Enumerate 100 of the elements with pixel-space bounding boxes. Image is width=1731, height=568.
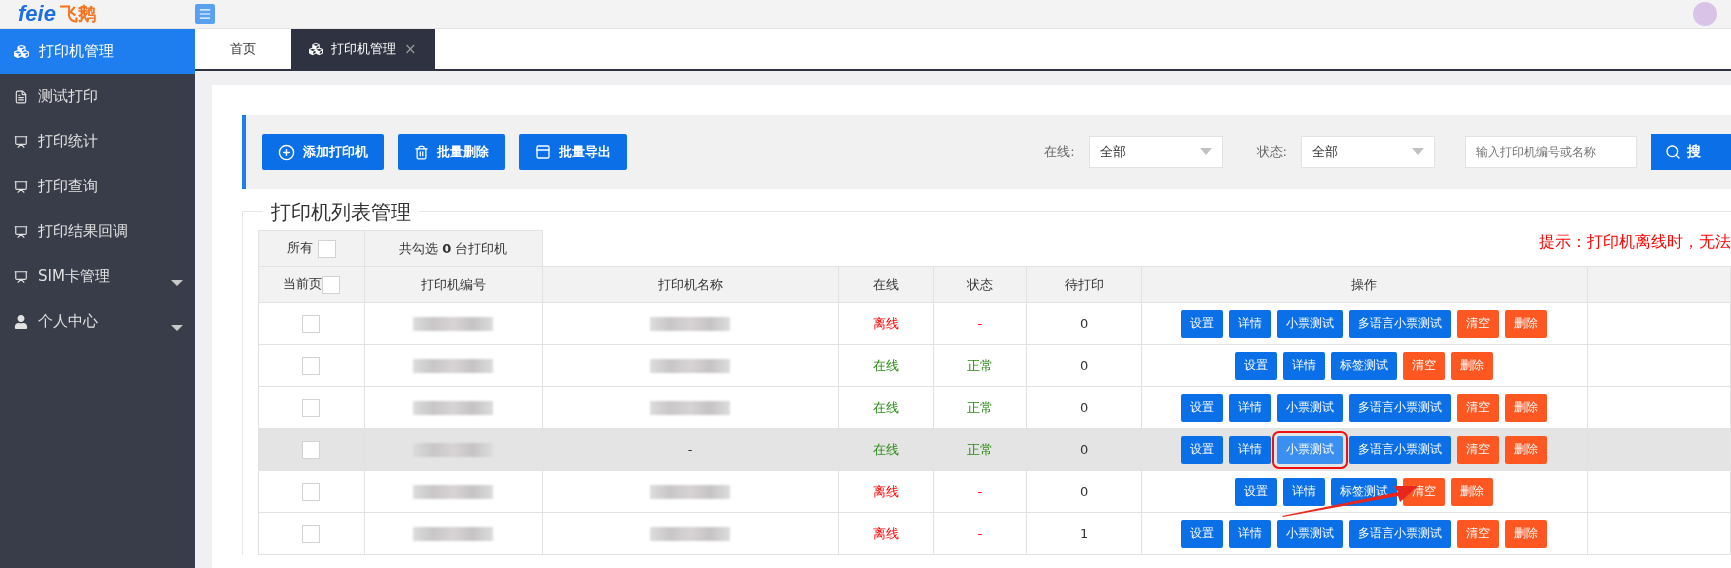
- online-status: 离线: [872, 525, 899, 541]
- table-cell: 0: [1080, 400, 1089, 415]
- action-button[interactable]: 清空: [1457, 435, 1500, 464]
- action-button[interactable]: 设置: [1181, 519, 1224, 548]
- column-header: 打印机名称: [542, 266, 839, 303]
- column-header: 操作: [1141, 266, 1588, 303]
- checkbox[interactable]: [317, 239, 336, 258]
- action-button[interactable]: 多语言小票测试: [1349, 393, 1452, 422]
- search-field[interactable]: 输入打印机编号或名称: [1465, 136, 1637, 168]
- sidebar-label: 测试打印: [38, 87, 98, 106]
- action-button[interactable]: 清空: [1403, 351, 1446, 380]
- close-icon[interactable]: ×: [404, 40, 417, 58]
- action-button[interactable]: 详情: [1229, 393, 1272, 422]
- checkbox[interactable]: [322, 275, 340, 294]
- action-button[interactable]: 详情: [1229, 435, 1272, 464]
- online-status: 离线: [872, 315, 899, 331]
- action-button[interactable]: 设置: [1181, 393, 1224, 422]
- trash-icon: [414, 144, 429, 160]
- sidebar-item[interactable]: 测试打印: [0, 74, 195, 119]
- action-button[interactable]: 删除: [1451, 351, 1494, 380]
- table-header: 当前页: [258, 266, 365, 303]
- checkbox[interactable]: [302, 314, 321, 333]
- action-button[interactable]: 清空: [1457, 393, 1500, 422]
- action-button[interactable]: 删除: [1505, 435, 1548, 464]
- status-text: 正常: [966, 357, 993, 373]
- action-button[interactable]: 小票测试: [1277, 309, 1344, 338]
- avatar[interactable]: [1693, 2, 1717, 26]
- table-cell: 0: [1080, 442, 1089, 457]
- table-header: 所有: [258, 230, 365, 267]
- action-button[interactable]: 小票测试: [1277, 519, 1344, 548]
- tab-label: 打印机管理: [331, 40, 396, 58]
- tab[interactable]: 打印机管理 ×: [291, 29, 435, 69]
- action-button[interactable]: 清空: [1403, 477, 1446, 506]
- action-button[interactable]: 标签测试: [1331, 351, 1398, 380]
- sidebar-label: 个人中心: [38, 312, 98, 331]
- column-header: 待打印: [1026, 266, 1142, 303]
- action-button[interactable]: 设置: [1181, 309, 1224, 338]
- table-cell: 0: [1080, 316, 1089, 331]
- sidebar-item[interactable]: SIM卡管理: [0, 254, 195, 299]
- status-text: -: [977, 526, 983, 541]
- sidebar-label: 打印机管理: [39, 42, 114, 61]
- sidebar-item[interactable]: 打印机管理: [0, 29, 195, 74]
- menu-icon: [198, 7, 212, 21]
- status-text: 正常: [966, 441, 993, 457]
- filter-label: 状态:: [1256, 143, 1287, 161]
- action-button[interactable]: 多语言小票测试: [1349, 435, 1452, 464]
- sidebar-label: 打印查询: [38, 177, 98, 196]
- sidebar-item[interactable]: 打印统计: [0, 119, 195, 164]
- table-cell: 0: [1080, 358, 1089, 373]
- toolbar-button[interactable]: 添加打印机: [262, 134, 384, 170]
- table-header: 共勾选 0 台打印机: [364, 230, 542, 267]
- sidebar-item[interactable]: 个人中心: [0, 299, 195, 344]
- column-header: 状态: [933, 266, 1027, 303]
- action-button[interactable]: 多语言小票测试: [1349, 519, 1452, 548]
- monitor-icon: [14, 269, 28, 284]
- action-button[interactable]: 删除: [1505, 309, 1548, 338]
- toolbar-button[interactable]: 批量导出: [519, 134, 627, 170]
- menu-button[interactable]: [195, 4, 215, 24]
- action-button[interactable]: 删除: [1451, 477, 1494, 506]
- checkbox[interactable]: [302, 398, 321, 417]
- filter-dropdown[interactable]: 全部: [1301, 136, 1435, 168]
- window-icon: [535, 144, 551, 160]
- logo-text: feie: [18, 3, 56, 25]
- status-text: -: [977, 484, 983, 499]
- toolbar-button[interactable]: 批量删除: [398, 134, 505, 170]
- action-button[interactable]: 小票测试: [1277, 393, 1344, 422]
- filter-dropdown[interactable]: 全部: [1088, 136, 1223, 168]
- table-cell: -: [687, 442, 693, 457]
- action-button[interactable]: 删除: [1505, 393, 1548, 422]
- table-cell: 1: [1080, 526, 1089, 541]
- checkbox[interactable]: [302, 482, 321, 501]
- document-icon: [14, 89, 28, 104]
- online-status: 在线: [872, 441, 899, 457]
- user-icon: [14, 314, 28, 329]
- online-status: 在线: [872, 399, 899, 415]
- action-button[interactable]: 详情: [1229, 309, 1272, 338]
- checkbox[interactable]: [302, 524, 321, 543]
- action-button[interactable]: 多语言小票测试: [1349, 309, 1452, 338]
- action-button[interactable]: 删除: [1505, 519, 1548, 548]
- status-text: 正常: [966, 399, 993, 415]
- action-button[interactable]: 设置: [1181, 435, 1224, 464]
- sidebar-label: 打印统计: [38, 132, 98, 151]
- action-button[interactable]: 设置: [1235, 477, 1278, 506]
- action-button[interactable]: 详情: [1283, 477, 1326, 506]
- search-button[interactable]: 搜: [1651, 134, 1731, 170]
- action-button[interactable]: 设置: [1235, 351, 1278, 380]
- column-header: 在线: [838, 266, 934, 303]
- action-button[interactable]: 标签测试: [1331, 477, 1398, 506]
- checkbox[interactable]: [302, 356, 321, 375]
- sidebar-item[interactable]: 打印查询: [0, 164, 195, 209]
- cubes-icon: [309, 42, 323, 56]
- tip-text: 提示：打印机离线时，无法: [1539, 232, 1731, 253]
- action-button[interactable]: 详情: [1229, 519, 1272, 548]
- cubes-icon: [14, 44, 29, 59]
- action-button[interactable]: 清空: [1457, 309, 1500, 338]
- monitor-icon: [14, 179, 28, 194]
- checkbox[interactable]: [302, 440, 321, 459]
- action-button[interactable]: 清空: [1457, 519, 1500, 548]
- sidebar-item[interactable]: 打印结果回调: [0, 209, 195, 254]
- action-button[interactable]: 详情: [1283, 351, 1326, 380]
